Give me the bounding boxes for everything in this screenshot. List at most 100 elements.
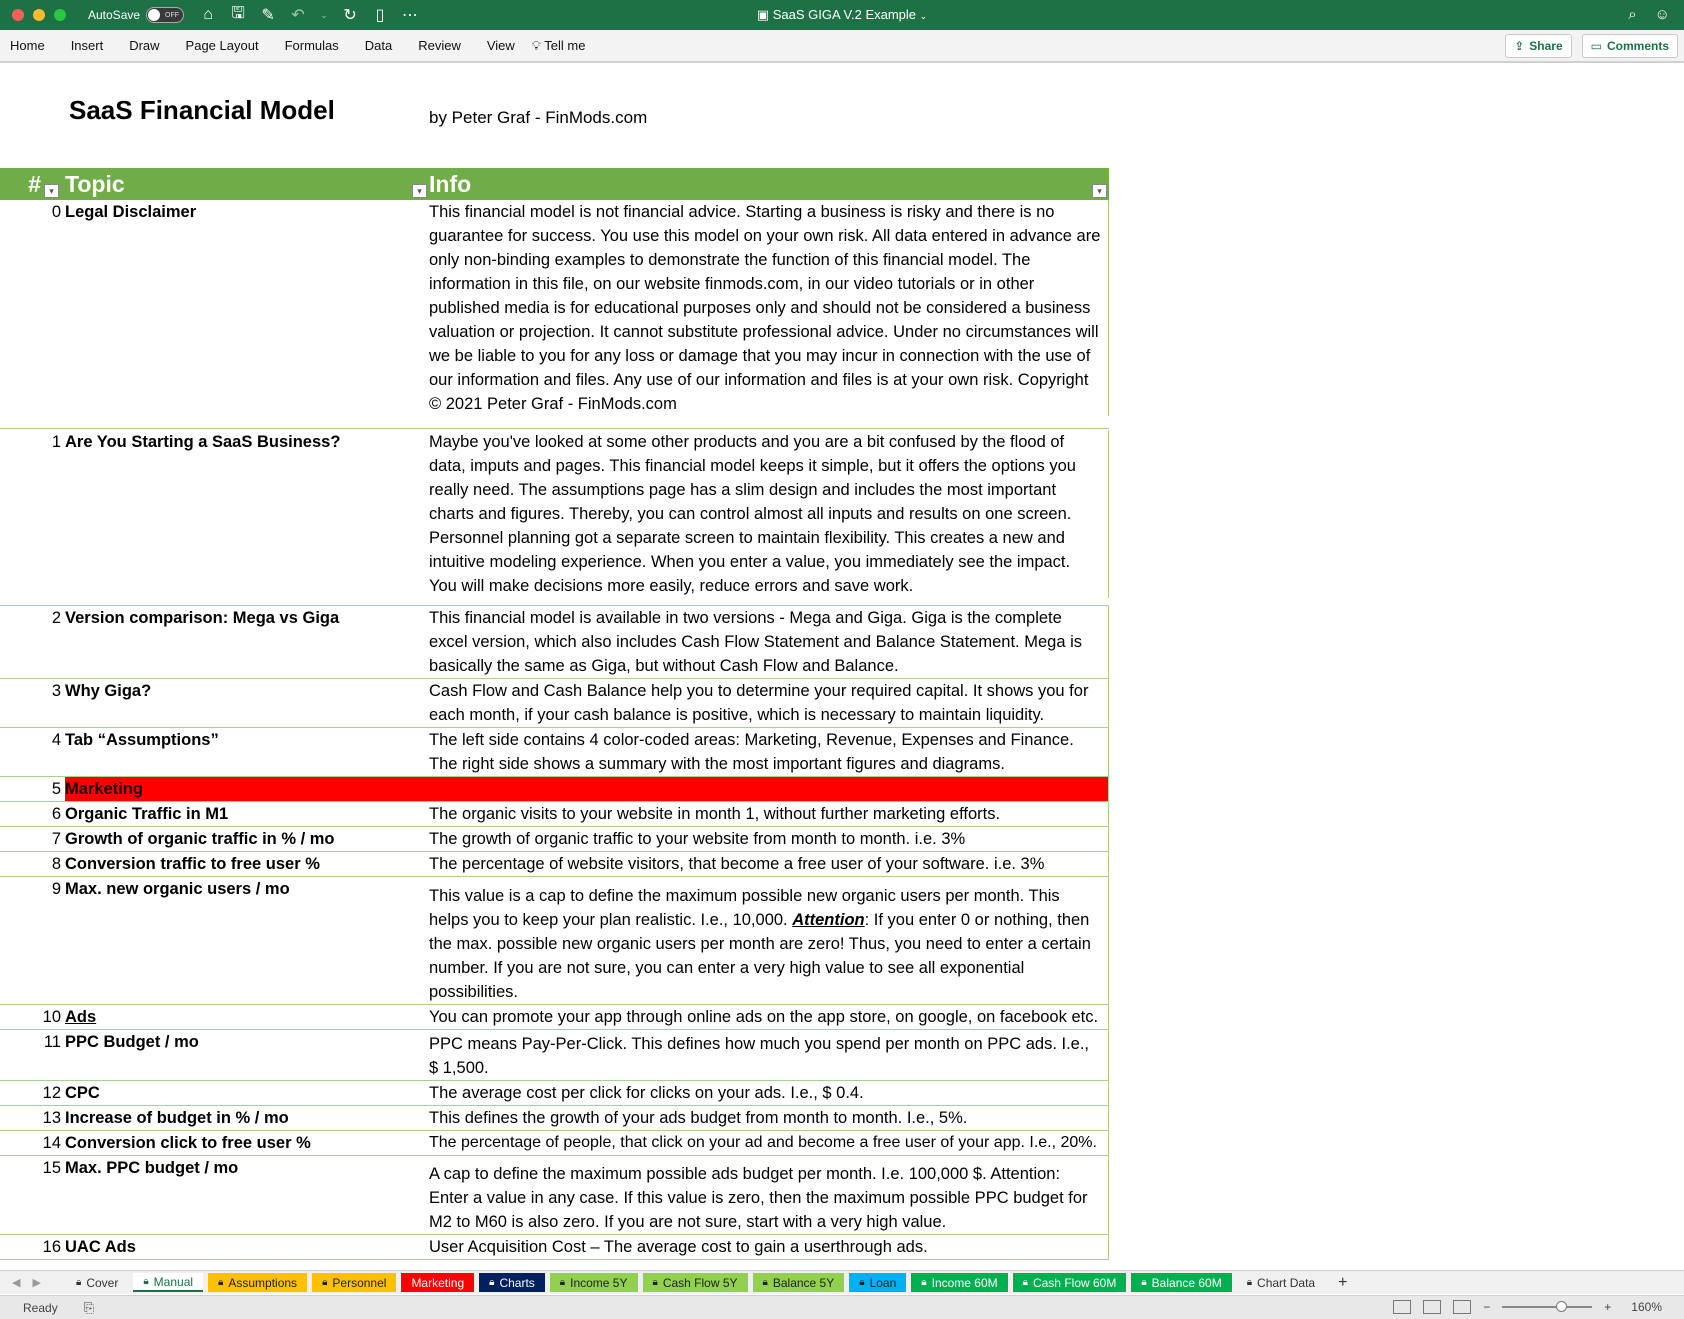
chevron-left-icon[interactable]: ◀ (12, 1276, 20, 1289)
header-num[interactable]: # ▾ (0, 168, 65, 200)
sheet-tab-marketing[interactable]: Marketing (401, 1273, 475, 1292)
table-row[interactable]: 10 Ads You can promote your app through … (0, 1005, 1109, 1030)
new-document-icon[interactable]: ▯ (372, 5, 388, 25)
sheet-tab-cash-flow-5y[interactable]: 🔒︎ Cash Flow 5Y (642, 1273, 748, 1292)
tell-me-label: Tell me (544, 37, 586, 53)
row-topic: Ads (65, 1008, 97, 1026)
tab-draw[interactable]: Draw (116, 38, 172, 53)
sheet-tab-balance-60m[interactable]: 🔒︎ Balance 60M (1131, 1273, 1232, 1292)
save-icon[interactable]: 🖫 (230, 2, 246, 29)
autosave-control[interactable]: AutoSave OFF (88, 7, 185, 23)
row-topic: UAC Ads (65, 1238, 136, 1256)
tab-data[interactable]: Data (352, 38, 405, 53)
table-row[interactable]: 8 Conversion traffic to free user % The … (0, 852, 1109, 877)
zoom-slider[interactable] (1502, 1301, 1593, 1312)
undo-icon[interactable]: ↶ (290, 5, 306, 25)
zoom-in-icon[interactable]: + (1604, 1300, 1611, 1314)
table-row[interactable]: 13 Increase of budget in % / mo This def… (0, 1106, 1109, 1131)
section-row-marketing[interactable]: 5 Marketing (0, 777, 1109, 802)
table-row[interactable]: 11 PPC Budget / mo PPC means Pay-Per-Cli… (0, 1030, 1109, 1081)
sheet-tab-chart-data[interactable]: 🔒︎ Chart Data (1236, 1273, 1326, 1292)
autosave-label: AutoSave (88, 8, 141, 22)
tell-me-search[interactable]: 💡︎ Tell me (528, 38, 599, 54)
page-break-view-icon[interactable] (1453, 1300, 1472, 1314)
row-number: 9 (51, 880, 61, 898)
header-num-label: # (28, 171, 41, 197)
lock-icon: 🔒︎ (322, 1277, 328, 1288)
row-topic: Organic Traffic in M1 (65, 805, 229, 823)
tab-home[interactable]: Home (0, 38, 58, 53)
sheet-tab-income-5y[interactable]: 🔒︎ Income 5Y (549, 1273, 638, 1292)
search-icon[interactable]: ⌕ (1628, 6, 1636, 23)
more-icon[interactable]: ⋯ (402, 5, 418, 25)
autosave-toggle[interactable]: OFF (146, 7, 185, 23)
share-button[interactable]: ⇪ Share (1505, 34, 1572, 58)
sheet-tab-cash-flow-60m[interactable]: 🔒︎ Cash Flow 60M (1012, 1273, 1127, 1292)
sheet-tab-manual[interactable]: 🔒︎ Manual (133, 1273, 204, 1292)
account-icon[interactable]: ☺ (1655, 6, 1670, 23)
sheet-tab-balance-5y[interactable]: 🔒︎ Balance 5Y (752, 1273, 845, 1292)
filter-dropdown-icon[interactable]: ▾ (412, 184, 427, 198)
tab-formulas[interactable]: Formulas (272, 38, 352, 53)
model-title[interactable]: SaaS Financial Model (69, 95, 335, 126)
row-number: 12 (42, 1084, 61, 1102)
worksheet-grid[interactable]: SaaS Financial Model by Peter Graf - Fin… (0, 65, 1684, 1270)
accessibility-icon[interactable]: ⎘ (84, 1300, 94, 1316)
table-row[interactable]: 2 Version comparison: Mega vs Giga This … (0, 606, 1109, 679)
page-layout-view-icon[interactable] (1423, 1300, 1442, 1314)
sheet-tab-loan[interactable]: 🔒︎ Loan (849, 1273, 907, 1292)
sheet-tab-label: Income 5Y (570, 1275, 628, 1290)
zoom-window-button[interactable] (54, 9, 66, 21)
header-topic[interactable]: Topic ▾ (65, 168, 429, 200)
table-row[interactable]: 1 Are You Starting a SaaS Business? Mayb… (0, 429, 1109, 606)
redo-icon[interactable]: ↻ (342, 5, 358, 25)
table-row[interactable]: 6 Organic Traffic in M1 The organic visi… (0, 802, 1109, 827)
tab-insert[interactable]: Insert (58, 38, 117, 53)
titlebar-right: ⌕ ☺ (1628, 6, 1670, 23)
model-byline[interactable]: by Peter Graf - FinMods.com (429, 108, 647, 128)
table-row[interactable]: 4 Tab “Assumptions” The left side contai… (0, 728, 1109, 777)
table-row[interactable]: 9 Max. new organic users / mo This value… (0, 877, 1109, 1005)
table-row[interactable]: 15 Max. PPC budget / mo A cap to define … (0, 1156, 1109, 1235)
comments-label: Comments (1606, 39, 1669, 53)
normal-view-icon[interactable] (1393, 1300, 1412, 1314)
row-info: User Acquisition Cost – The average cost… (429, 1235, 1109, 1259)
filter-dropdown-icon[interactable]: ▾ (1092, 184, 1107, 198)
table-row[interactable]: 16 UAC Ads User Acquisition Cost – The a… (0, 1235, 1109, 1260)
minimize-window-button[interactable] (33, 9, 45, 21)
comment-icon: ▭ (1590, 39, 1602, 53)
table-header: # ▾ Topic ▾ Info ▾ (0, 168, 1109, 200)
sheet-tab-personnel[interactable]: 🔒︎ Personnel (312, 1273, 397, 1292)
home-icon[interactable]: ⌂ (200, 6, 216, 24)
tab-view[interactable]: View (474, 38, 528, 53)
add-sheet-button[interactable]: + (1338, 1274, 1347, 1292)
sort-filter-icon[interactable]: ▾ (44, 184, 59, 198)
chevron-right-icon[interactable]: ▶ (32, 1276, 40, 1289)
row-info: The percentage of website visitors, that… (429, 852, 1109, 876)
chevron-down-icon[interactable]: ⌄ (320, 10, 328, 21)
save-as-icon[interactable]: ✎ (260, 5, 276, 25)
row-info: PPC means Pay-Per-Click. This defines ho… (429, 1030, 1109, 1080)
zoom-level[interactable]: 160% (1631, 1300, 1662, 1314)
tab-review[interactable]: Review (405, 38, 474, 53)
view-controls: − + 160% (1393, 1300, 1662, 1314)
row-number: 16 (42, 1238, 61, 1256)
table-row[interactable]: 7 Growth of organic traffic in % / mo Th… (0, 827, 1109, 852)
sheet-tab-charts[interactable]: 🔒︎ Charts (479, 1273, 545, 1292)
table-row[interactable]: 12 CPC The average cost per click for cl… (0, 1081, 1109, 1106)
sheet-tab-label: Balance 5Y (772, 1275, 835, 1290)
tab-page-layout[interactable]: Page Layout (173, 38, 272, 53)
header-info[interactable]: Info ▾ (429, 168, 1109, 200)
sheet-tab-income-60m[interactable]: 🔒︎ Income 60M (911, 1273, 1008, 1292)
sheet-tab-cover[interactable]: 🔒︎ Cover (66, 1273, 129, 1292)
chevron-down-icon[interactable]: ⌄ (920, 11, 928, 21)
table-row[interactable]: 3 Why Giga? Cash Flow and Cash Balance h… (0, 679, 1109, 728)
zoom-out-icon[interactable]: − (1483, 1300, 1490, 1314)
comments-button[interactable]: ▭ Comments (1581, 34, 1678, 58)
table-row[interactable]: 14 Conversion click to free user % The p… (0, 1131, 1109, 1156)
sheet-tab-assumptions[interactable]: 🔒︎ Assumptions (208, 1273, 308, 1292)
zoom-slider-handle[interactable] (1556, 1301, 1568, 1312)
table-row[interactable]: 0 Legal Disclaimer This financial model … (0, 200, 1109, 429)
close-window-button[interactable] (12, 9, 24, 21)
lightbulb-icon: 💡︎ (531, 37, 541, 53)
